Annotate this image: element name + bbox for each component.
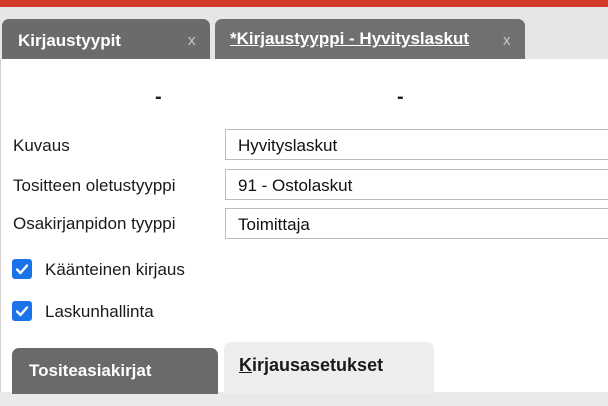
- subledger-type-input[interactable]: Toimittaja: [225, 208, 608, 239]
- reverse-entry-checkbox[interactable]: [12, 259, 32, 279]
- invoice-management-label: Laskunhallinta: [45, 302, 154, 321]
- check-icon: [15, 306, 29, 317]
- header-name: -: [397, 86, 404, 108]
- header-code: -: [155, 86, 162, 108]
- tab-label: *Kirjaustyyppi - Hyvityslaskut: [230, 29, 470, 48]
- voucher-type-label: Tositteen oletustyyppi: [13, 176, 176, 195]
- invoice-management-checkbox[interactable]: [12, 301, 32, 321]
- close-icon[interactable]: x: [188, 32, 196, 49]
- tab-kirjausasetukset[interactable]: Kirjausasetukset: [224, 342, 434, 394]
- tab-tositeasiakirjat[interactable]: Tositeasiakirjat: [12, 348, 218, 394]
- reverse-entry-label: Käänteinen kirjaus: [45, 260, 185, 279]
- tab-label: Kirjausasetukset: [239, 355, 384, 375]
- bottom-tab-strip: [0, 392, 608, 406]
- tab-label: Tositeasiakirjat: [29, 361, 152, 380]
- tab-strip: Kirjaustyypit x *Kirjaustyyppi - Hyvitys…: [0, 7, 608, 60]
- description-label: Kuvaus: [13, 136, 70, 155]
- description-input[interactable]: Hyvityslaskut: [225, 129, 608, 160]
- check-icon: [15, 264, 29, 275]
- tab-kirjaustyypit[interactable]: Kirjaustyypit x: [2, 19, 210, 60]
- window-top-bar: [0, 0, 608, 7]
- subledger-type-label: Osakirjanpidon tyyppi: [13, 214, 176, 233]
- close-icon[interactable]: x: [503, 32, 511, 49]
- voucher-type-input[interactable]: 91 - Ostolaskut: [225, 169, 608, 200]
- tab-label: Kirjaustyypit: [18, 31, 121, 50]
- tab-kirjaustyyppi-hyvityslaskut[interactable]: *Kirjaustyyppi - Hyvityslaskut x: [215, 19, 525, 60]
